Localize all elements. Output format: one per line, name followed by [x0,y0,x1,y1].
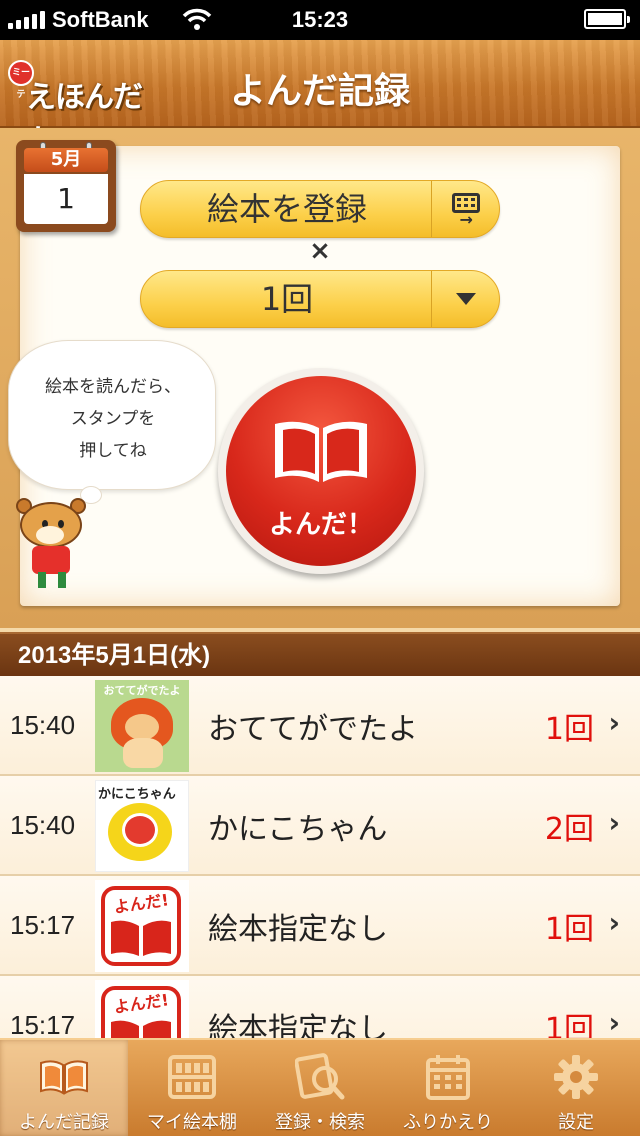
clock: 15:23 [291,7,349,32]
record-row[interactable]: 15:40 おててがでたよ おててがでたよ 1回 › [0,676,640,776]
chevron-right-icon: › [608,1006,620,1038]
battery-icon [584,9,630,29]
bear-mascot [14,498,90,590]
tab-label: よんだ記録 [19,1112,109,1133]
tab-settings[interactable]: 設定 [512,1040,640,1136]
tab-my-bookshelf[interactable]: マイ絵本棚 [128,1040,256,1136]
open-book-icon [275,421,367,482]
register-book-label: 絵本を登録 [206,190,367,228]
tab-label: マイ絵本棚 [147,1112,237,1133]
page-title: よんだ記録 [229,71,410,112]
gear-icon [551,1052,601,1102]
tab-label: 設定 [558,1112,594,1133]
record-book-title: かにこちゃん [208,812,388,847]
chevron-right-icon: › [608,906,620,939]
yonda-stamp-button[interactable]: よんだ！ [218,368,424,574]
date-picker-calendar[interactable]: 5月 1 [16,140,116,232]
hint-text: 絵本を読んだら、 スタンプを 押してね [45,377,181,461]
calendar-icon [423,1052,473,1102]
read-count-dropdown[interactable] [431,271,499,327]
book-cover-thumbnail: おててがでたよ [95,680,189,772]
cover-caption: おててがでたよ [103,684,181,697]
register-book-button[interactable]: 絵本を登録 → [140,180,500,238]
yonda-stamp-thumbnail: よんだ! [95,980,189,1038]
nav-header: ミーテ えほんだな よんだ記録 [0,40,640,159]
app-logo: ミーテ えほんだな [8,60,168,159]
dropdown-arrow-icon [455,293,476,305]
record-row[interactable]: 15:40 かにこちゃん かにこちゃん 2回 › [0,776,640,876]
record-time: 15:40 [10,710,76,740]
record-time: 15:17 [10,910,76,940]
calendar-arrow-icon: → [451,193,480,228]
bookshelf-select-button[interactable]: → [431,181,499,237]
record-row[interactable]: 15:17 よんだ! 絵本指定なし 1回 › [0,876,640,976]
hint-speech-bubble: 絵本を読んだら、 スタンプを 押してね [8,340,216,490]
open-book-icon [39,1052,89,1102]
calendar-month: 5月 [24,148,108,172]
tab-label: ふりかえり [403,1112,493,1133]
tab-bar: よんだ記録 マイ絵本棚 登録・検索 ふりかえり 設定 [0,1038,640,1136]
calendar-day: 1 [24,174,108,224]
bookshelf-icon [167,1052,217,1102]
record-read-count: 1回 [544,1012,594,1038]
record-time: 15:40 [10,810,76,840]
search-book-icon [295,1052,345,1102]
tab-label: 登録・検索 [275,1112,365,1133]
record-time: 15:17 [10,1010,76,1038]
tab-yonda-record[interactable]: よんだ記録 [0,1040,128,1136]
record-read-count: 1回 [544,912,594,947]
record-read-count: 2回 [544,812,594,847]
book-cover-thumbnail: かにこちゃん [95,780,189,872]
read-count-label: 1回 [260,280,314,318]
record-row[interactable]: 15:17 よんだ! 絵本指定なし 1回 › [0,976,640,1038]
record-book-title: 絵本指定なし [208,1012,388,1038]
yonda-stamp-label: よんだ！ [268,510,373,540]
tab-review[interactable]: ふりかえり [384,1040,512,1136]
record-date-header: 2013年5月1日(水) [0,632,640,676]
read-count-select[interactable]: 1回 [140,270,500,328]
yonda-stamp-thumbnail: よんだ! [95,880,189,972]
status-bar: SoftBank 15:23 [0,0,640,40]
cover-caption: かにこちゃん [98,787,176,802]
record-book-title: 絵本指定なし [208,912,388,947]
record-read-count: 1回 [544,712,594,747]
chevron-right-icon: › [608,706,620,739]
tab-register-search[interactable]: 登録・検索 [256,1040,384,1136]
reading-record-list[interactable]: 15:40 おててがでたよ おててがでたよ 1回 › 15:40 かにこちゃん … [0,676,640,1038]
chevron-right-icon: › [608,806,620,839]
multiply-symbol: × [309,236,331,266]
record-book-title: おててがでたよ [208,712,418,747]
